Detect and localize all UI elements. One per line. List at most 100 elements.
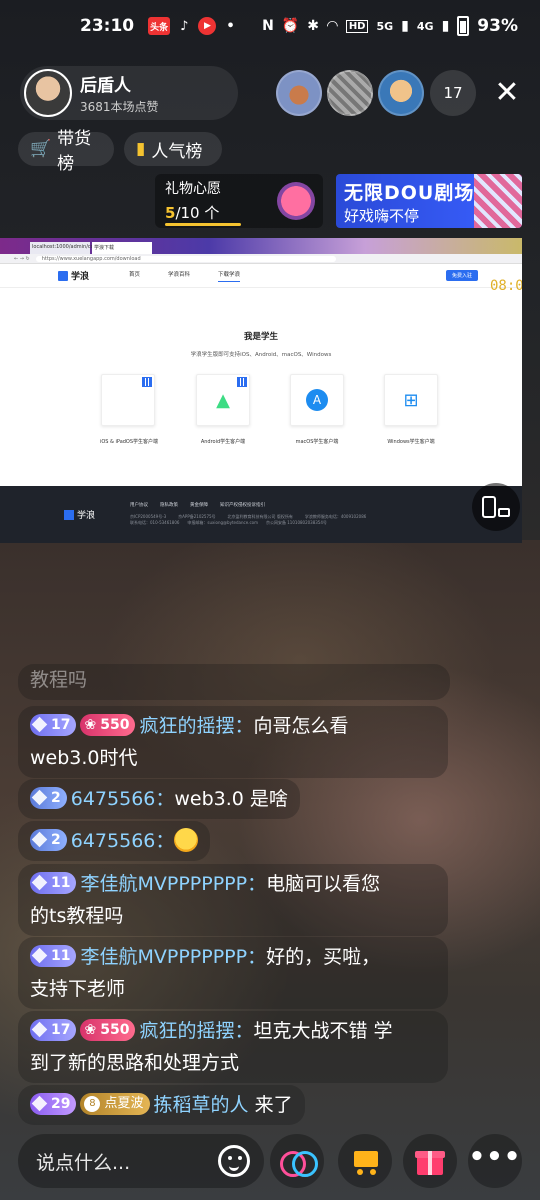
browser-tab-active: 学浪下载	[92, 242, 152, 254]
appstore-icon: A	[306, 389, 328, 411]
qr-code-icon	[237, 377, 247, 387]
comment-input[interactable]: 说点什么...	[18, 1134, 264, 1188]
user-level-badge: 2	[30, 786, 67, 809]
shopping-cart-button[interactable]	[338, 1134, 392, 1188]
gift-wish-current: 5	[165, 204, 176, 222]
club-name: 点夏波	[104, 1095, 144, 1111]
chat-text-cont: 的ts教程吗	[30, 905, 124, 927]
site-logo: 学浪	[58, 269, 89, 282]
overlay-clock: 08:00	[490, 278, 522, 294]
footer-site-name: 学浪	[77, 511, 96, 521]
chat-text: 教程吗	[30, 669, 88, 691]
chat-colon: ：	[247, 946, 267, 968]
cart-icon: 🛒	[30, 139, 52, 159]
more-button[interactable]: •••	[468, 1134, 522, 1188]
viewer-avatar[interactable]	[327, 70, 373, 116]
user-level-badge: 17	[30, 713, 77, 736]
chat-colon: ：	[247, 873, 267, 895]
chat-message: 17 ❀ 550 疯狂的摇摆：坦克大战不错 学到了新的思路和处理方式	[18, 1011, 448, 1083]
chat-text: web3.0 是啥	[174, 788, 288, 810]
download-card-ios	[101, 374, 155, 426]
bar-chart-icon: ▮	[136, 139, 146, 159]
download-label-windows: Windows学生客户端	[387, 439, 435, 445]
close-button[interactable]: ✕	[490, 72, 524, 112]
site-name: 学浪	[71, 272, 90, 282]
site-nav-download: 下载学浪	[218, 270, 241, 282]
dou-theater-banner[interactable]: 无限DOU剧场 好戏嗨不停	[336, 174, 522, 228]
fan-level-value: 550	[100, 716, 130, 733]
user-level-badge: 11	[30, 944, 77, 967]
chat-username[interactable]: 6475566	[71, 830, 156, 852]
level-value: 17	[51, 716, 71, 733]
chat-message: 2 6475566：	[18, 821, 211, 861]
site-nav-wiki: 学浪百科	[168, 271, 191, 278]
status-icons: N ⏰ ✱ ◠ HD 5G ▮ 4G ▮ 93%	[262, 16, 518, 36]
host-avatar[interactable]	[24, 69, 72, 117]
popularity-rank-label: 人气榜	[151, 141, 203, 162]
level-gem-icon	[31, 831, 48, 848]
emoji-button-icon[interactable]	[218, 1145, 250, 1177]
user-level-badge: 29	[30, 1092, 77, 1115]
viewer-avatar[interactable]	[378, 70, 424, 116]
tiktok-icon: ♪	[180, 18, 189, 34]
gift-wish-progress-bar	[165, 223, 241, 226]
chat-username[interactable]: 6475566	[71, 788, 156, 810]
chat-message: 2 6475566：web3.0 是啥	[18, 779, 300, 819]
connect-mic-button[interactable]	[270, 1134, 324, 1188]
level-value: 11	[51, 947, 71, 964]
chat-colon: ：	[234, 715, 254, 737]
chat-username[interactable]: 李佳航MVPPPPPPP	[80, 873, 247, 895]
fan-club-badge: 8 点夏波	[80, 1092, 150, 1115]
gift-button[interactable]	[403, 1134, 457, 1188]
viewer-count-button[interactable]: 17	[430, 70, 476, 116]
site-navbar: 学浪 首页 学浪百科 下载学浪 免费入驻	[0, 264, 522, 288]
footer-legal-line: 联系电话：010-53461806 申报邮箱：suxiong@bytedance…	[130, 520, 327, 525]
battery-level: 93%	[477, 16, 518, 36]
footer-links: 用户协议 隐私政策 黄金保障 知识产权侵权投诉指引	[130, 502, 265, 508]
user-level-badge: 2	[30, 828, 67, 851]
site-page-subtitle: 学浪学生版即可支持iOS、Android、macOS、Windows	[190, 352, 332, 358]
club-level-icon: 8	[84, 1095, 101, 1112]
chat-username[interactable]: 疯狂的摇摆	[139, 1020, 234, 1042]
download-card-windows: ⊞	[384, 374, 438, 426]
gift-wish-card[interactable]: 礼物心愿 5/10 个	[155, 174, 323, 228]
link-icon	[280, 1151, 318, 1177]
xuelang-logo-icon	[64, 509, 74, 520]
chat-text: 电脑可以看您	[266, 873, 381, 895]
chat-text-cont: web3.0时代	[30, 747, 138, 769]
network-5g-label: 5G	[376, 19, 394, 33]
level-value: 2	[51, 789, 61, 806]
status-bar: 23:10 头条 ♪ ▶ • N ⏰ ✱ ◠ HD 5G ▮ 4G ▮ 93%	[0, 0, 540, 52]
heart-icon	[277, 182, 315, 220]
phone-portrait-icon	[482, 496, 496, 518]
chat-username[interactable]: 拣稻草的人	[154, 1094, 249, 1116]
browser-address-bar: ← → ↻ https://www.xuelangapp.com/downloa…	[0, 254, 522, 264]
rotate-screen-button[interactable]	[472, 483, 520, 531]
gift-wish-total: /10 个	[175, 204, 220, 222]
goods-rank-button[interactable]: 🛒 带货榜	[18, 129, 114, 174]
level-gem-icon	[31, 716, 48, 733]
more-dots-icon: •••	[468, 1142, 522, 1172]
nfc-icon: N	[262, 18, 274, 34]
chat-username[interactable]: 疯狂的摇摆	[139, 715, 234, 737]
site-nav-home: 首页	[129, 271, 141, 278]
fan-club-badge: ❀ 550	[80, 713, 136, 736]
laughing-emoji-icon	[174, 827, 199, 852]
lotus-icon: ❀	[84, 716, 97, 733]
alarm-icon: ⏰	[281, 18, 300, 34]
popularity-rank-button[interactable]: ▮ 人气榜	[124, 132, 222, 166]
viewer-avatar[interactable]	[276, 70, 322, 116]
footer-link: 用户协议	[130, 503, 148, 508]
chat-username[interactable]: 李佳航MVPPPPPPP	[80, 946, 247, 968]
wifi-icon: ◠	[327, 18, 338, 34]
footer-link: 隐私政策	[160, 503, 178, 508]
gift-icon	[415, 1147, 445, 1175]
battery-icon	[457, 16, 470, 36]
site-page-title: 我是学生	[243, 332, 278, 342]
chat-message: 17 ❀ 550 疯狂的摇摆：向哥怎么看 web3.0时代	[18, 706, 448, 778]
level-gem-icon	[31, 874, 48, 891]
site-nav-items: 首页 学浪百科 下载学浪	[129, 270, 241, 282]
chat-text: 好的，买啦，	[266, 946, 381, 968]
host-info-pill[interactable]: 后盾人 3681本场点赞	[20, 66, 238, 120]
chat-message: 11 李佳航MVPPPPPPP：电脑可以看您 的ts教程吗	[18, 864, 448, 936]
